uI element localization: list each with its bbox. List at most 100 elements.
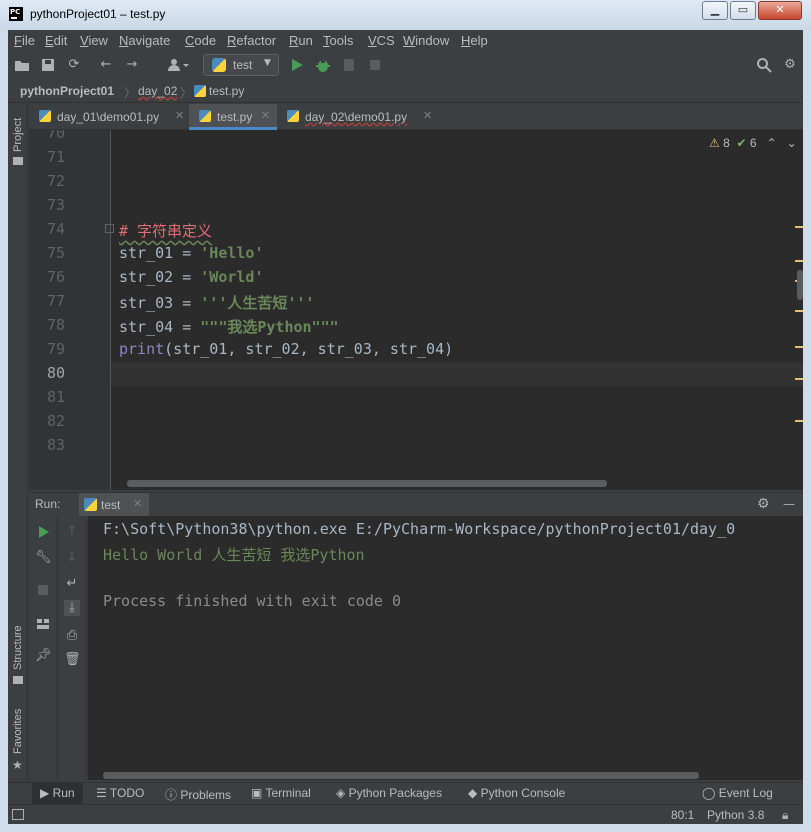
print-icon[interactable]: ⎙	[64, 628, 80, 644]
line-number: 71	[47, 148, 66, 166]
line-gutter	[29, 130, 111, 490]
warning-icon: ⚠	[709, 136, 720, 150]
project-tool-button[interactable]: Project	[12, 118, 24, 152]
variable-name: str_02	[119, 268, 174, 286]
layout-icon[interactable]	[35, 616, 51, 632]
caret-position[interactable]: 80:1	[671, 808, 694, 822]
gear-icon[interactable]: ⚙	[757, 496, 770, 512]
favorites-tool-button[interactable]: Favorites	[12, 709, 24, 754]
minimize-button[interactable]: ▁	[702, 1, 728, 20]
warning-stripe[interactable]	[795, 260, 803, 262]
menu-help[interactable]: Help	[461, 33, 488, 48]
warning-stripe[interactable]	[795, 226, 803, 228]
python-interpreter[interactable]: Python 3.8	[707, 808, 764, 822]
coverage-icon[interactable]	[341, 57, 357, 73]
menu-window[interactable]: Window	[403, 33, 449, 48]
debug-icon[interactable]	[315, 57, 331, 73]
tool-tab-python-console[interactable]: ◆ Python Console	[468, 786, 565, 800]
sync-icon[interactable]: ⟳	[66, 57, 82, 73]
soft-wrap-icon[interactable]: ↵	[64, 576, 80, 592]
arrow-up-icon[interactable]: ↑	[64, 524, 80, 540]
menu-file[interactable]: File	[14, 33, 35, 48]
tool-tab-python-packages[interactable]: ◈ Python Packages	[336, 786, 442, 800]
run-console[interactable]: F:\Soft\Python38\python.exe E:/PyCharm-W…	[88, 516, 803, 780]
menu-refactor[interactable]: Refactor	[227, 33, 276, 48]
call-arguments: (str_01, str_02, str_03, str_04)	[164, 340, 454, 358]
code-line-79: print(str_01, str_02, str_03, str_04)	[119, 340, 453, 358]
menu-vcs[interactable]: VCS	[368, 33, 395, 48]
gear-icon[interactable]: ⚙	[782, 57, 798, 73]
star-icon: ★	[12, 758, 23, 772]
menu-edit[interactable]: Edit	[45, 33, 67, 48]
stop-icon[interactable]	[35, 582, 51, 598]
ide-window: File Edit View Navigate Code Refactor Ru…	[8, 30, 803, 824]
arrow-down-icon[interactable]: ↓	[64, 550, 80, 566]
maximize-button[interactable]: ▭	[730, 1, 756, 20]
search-icon[interactable]	[756, 57, 772, 73]
menu-run[interactable]: Run	[289, 33, 313, 48]
pin-icon[interactable]: 📌︎	[35, 648, 52, 664]
forward-arrow-icon[interactable]: →	[124, 57, 140, 73]
horizontal-scrollbar[interactable]	[103, 772, 699, 779]
breadcrumb-file[interactable]: test.py	[209, 84, 244, 98]
warning-stripe[interactable]	[795, 310, 803, 312]
tab-day02-demo01[interactable]: day_02\demo01.py ✕	[277, 104, 437, 130]
warning-stripe[interactable]	[795, 346, 803, 348]
breadcrumb-project[interactable]: pythonProject01	[20, 84, 114, 98]
warning-stripe[interactable]	[795, 420, 803, 422]
breadcrumb-folder[interactable]: day_02	[138, 84, 177, 98]
menu-view[interactable]: View	[80, 33, 108, 48]
menu-tools[interactable]: Tools	[323, 33, 353, 48]
status-bar: 80:1 Python 3.8 🔒︎	[8, 804, 803, 824]
vcs-user-icon[interactable]	[166, 57, 190, 73]
rerun-icon[interactable]	[35, 524, 51, 540]
horizontal-scrollbar[interactable]	[127, 480, 607, 487]
tool-tab-todo[interactable]: ☰ TODO	[96, 786, 144, 800]
tool-tab-terminal[interactable]: ▣ Terminal	[251, 786, 311, 800]
close-window-button[interactable]: ✕	[758, 1, 802, 20]
back-arrow-icon[interactable]: ←	[98, 57, 114, 73]
tab-day01-demo01[interactable]: day_01\demo01.py ✕	[29, 104, 189, 130]
hide-icon[interactable]: —	[783, 497, 795, 511]
stop-icon[interactable]	[367, 57, 383, 73]
menu-bar: File Edit View Navigate Code Refactor Ru…	[8, 30, 803, 52]
scroll-to-end-icon[interactable]: ⤓	[64, 600, 80, 616]
tool-tab-label: Problems	[180, 788, 232, 802]
close-tab-icon[interactable]: ✕	[423, 109, 432, 122]
tab-test-py[interactable]: test.py ✕	[189, 104, 277, 130]
tool-tab-event-log[interactable]: ◯ Event Log	[702, 786, 773, 800]
inspections-widget[interactable]: ⚠ 8 ✔ 6 ⌃ ⌄	[709, 136, 797, 150]
line-number: 72	[47, 172, 66, 190]
python-file-icon	[39, 110, 51, 122]
structure-tool-button[interactable]: Structure	[12, 625, 24, 670]
run-config-selector[interactable]: test ▼	[203, 54, 279, 76]
open-folder-icon[interactable]	[14, 57, 30, 73]
run-tab-test[interactable]: test ✕	[79, 493, 149, 517]
code-editor[interactable]: 70 71 72 73 74 75 76 77 78 79 80 81 82 8…	[29, 130, 803, 490]
fold-marker-icon[interactable]	[105, 224, 114, 233]
vertical-scrollbar[interactable]	[797, 270, 803, 300]
close-tab-icon[interactable]: ✕	[261, 109, 270, 122]
string-literal: 'Hello'	[200, 244, 264, 262]
lock-icon[interactable]: 🔒︎	[782, 808, 788, 823]
python-file-icon	[212, 58, 226, 72]
wrench-icon[interactable]: 🔧︎	[35, 550, 52, 566]
menu-navigate[interactable]: Navigate	[119, 33, 170, 48]
close-tab-icon[interactable]: ✕	[175, 109, 184, 122]
chevron-down-icon[interactable]: ⌄	[787, 136, 797, 150]
line-number: 73	[47, 196, 66, 214]
close-tab-icon[interactable]: ✕	[133, 497, 142, 510]
tool-windows-icon[interactable]	[12, 809, 24, 820]
menu-code[interactable]: Code	[185, 33, 216, 48]
line-number: 74	[47, 220, 66, 238]
run-icon[interactable]	[289, 57, 305, 73]
operator: =	[173, 244, 201, 262]
line-number: 83	[47, 436, 66, 454]
tool-tab-run[interactable]: ▶ Run	[32, 783, 83, 805]
warning-stripe[interactable]	[795, 378, 803, 380]
trash-icon[interactable]: 🗑︎	[64, 652, 81, 668]
tool-tab-label: Run	[52, 786, 75, 800]
save-all-icon[interactable]	[40, 57, 56, 73]
tool-tab-problems[interactable]: ⓘ Problems	[165, 786, 231, 803]
chevron-up-icon[interactable]: ⌃	[767, 136, 777, 150]
